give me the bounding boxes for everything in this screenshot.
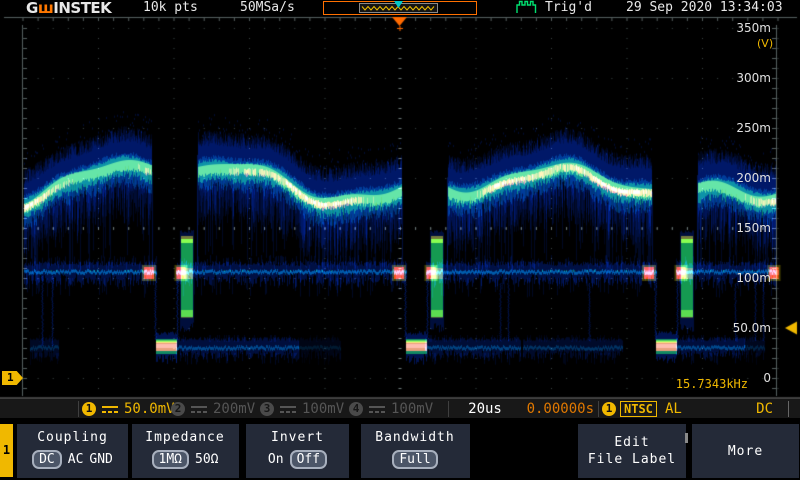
softkey-impedance[interactable]: Impedance 1MΩ 50Ω: [132, 424, 239, 478]
separator: [598, 401, 599, 417]
voltage-scale-label: 100m: [731, 271, 771, 285]
softkey-more[interactable]: More: [692, 424, 799, 478]
logo-prefix: G: [26, 0, 38, 17]
separator: [78, 401, 79, 417]
dc-coupling-icon: [369, 406, 385, 413]
softkey-bandwidth[interactable]: Bandwidth Full: [361, 424, 470, 478]
scope-display[interactable]: [0, 16, 800, 398]
frequency-counter: 15.7343kHz: [674, 377, 748, 391]
softkey-title: Impedance: [145, 429, 224, 446]
trigger-source-badge[interactable]: 1: [602, 402, 616, 416]
channel-4-readout[interactable]: 4 100mV: [349, 399, 433, 419]
voltage-scale-label: 200m: [731, 171, 771, 185]
option-on[interactable]: On: [268, 450, 284, 469]
channel-scale-value: 100mV: [302, 401, 344, 417]
sample-rate: 50MSa/s: [240, 0, 295, 16]
channel-2-readout[interactable]: 2 200mV: [171, 399, 255, 419]
softkey-title: Edit: [614, 434, 649, 451]
dc-coupling-icon: [102, 406, 118, 413]
option-full[interactable]: Full: [392, 450, 437, 469]
channel-scale-value: 100mV: [391, 401, 433, 417]
softkey-options: 1MΩ 50Ω: [152, 450, 219, 469]
softkey-options: Full: [392, 450, 437, 469]
softkey-invert[interactable]: Invert On Off: [246, 424, 349, 478]
softkey-edit-file-label[interactable]: EditFile Label: [578, 424, 686, 478]
trigger-coupling-readout[interactable]: DC: [743, 399, 773, 419]
trigger-mode-readout[interactable]: AL: [665, 399, 682, 419]
softkey-title: Invert: [271, 429, 324, 446]
channel-scale-value: 200mV: [213, 401, 255, 417]
softkey-options: DC AC GND: [32, 450, 113, 469]
softkey-title: Bandwidth: [375, 429, 454, 446]
channel-scale-value: 50.0mV: [124, 401, 175, 417]
tv-trigger-icon: [516, 0, 538, 14]
dc-coupling-icon: [280, 406, 296, 413]
voltage-scale-label: 300m: [731, 71, 771, 85]
trigger-type-readout[interactable]: NTSC: [620, 401, 657, 417]
separator: [448, 401, 449, 417]
voltage-scale-label: 150m: [731, 221, 771, 235]
option-dc[interactable]: DC: [32, 450, 62, 469]
channel-3-readout[interactable]: 3 100mV: [260, 399, 344, 419]
memory-bar[interactable]: [320, 0, 480, 16]
horizontal-position-readout[interactable]: 0.00000s: [520, 399, 594, 419]
logo-symbol-icon: ш: [38, 0, 53, 17]
brand-logo: GшINSTEK: [26, 0, 111, 16]
separator: [788, 401, 789, 417]
voltage-unit-label: (V): [757, 37, 773, 50]
voltage-scale-label: 250m: [731, 121, 771, 135]
option-50ω[interactable]: 50Ω: [195, 450, 218, 469]
voltage-scale-label: 50.0m: [731, 321, 771, 335]
timebase-readout[interactable]: 20us: [450, 399, 520, 419]
softkey-menu: 1 Coupling DC AC GND Impedance 1MΩ 50Ω Invert On…: [0, 420, 800, 480]
channel-number-badge: 3: [260, 402, 274, 416]
softkey-title: Coupling: [37, 429, 108, 446]
softkey-title: More: [728, 443, 763, 460]
channel-number-badge: 4: [349, 402, 363, 416]
softkey-coupling[interactable]: Coupling DC AC GND: [17, 424, 128, 478]
status-bar: 150.0mV2200mV3100mV4100mV 20us 0.00000s …: [0, 398, 800, 418]
acquisition-depth: 10k pts: [143, 0, 198, 16]
option-off[interactable]: Off: [290, 450, 327, 469]
option-gnd[interactable]: GND: [89, 450, 112, 469]
option-1mω[interactable]: 1MΩ: [152, 450, 189, 469]
softkey-options: On Off: [268, 450, 327, 469]
datetime: 29 Sep 2020 13:34:03: [626, 0, 783, 16]
logo-suffix: INSTEK: [53, 0, 111, 17]
option-ac[interactable]: AC: [68, 450, 84, 469]
oscilloscope-screen: GшINSTEK 10k pts 50MSa/s Trig'd 29 Sep 2…: [0, 0, 800, 480]
voltage-scale-label: 350m: [731, 21, 771, 35]
top-bar: GшINSTEK 10k pts 50MSa/s Trig'd 29 Sep 2…: [0, 0, 800, 16]
dc-coupling-icon: [191, 406, 207, 413]
channel-number-badge: 1: [82, 402, 96, 416]
menu-scroll-indicator: [685, 433, 688, 443]
channel-1-readout[interactable]: 1 50.0mV: [82, 399, 175, 419]
softkey-title: File Label: [588, 451, 676, 468]
menu-channel-tab: 1: [0, 424, 13, 477]
channel-number-badge: 2: [171, 402, 185, 416]
trigger-status: Trig'd: [545, 0, 592, 16]
